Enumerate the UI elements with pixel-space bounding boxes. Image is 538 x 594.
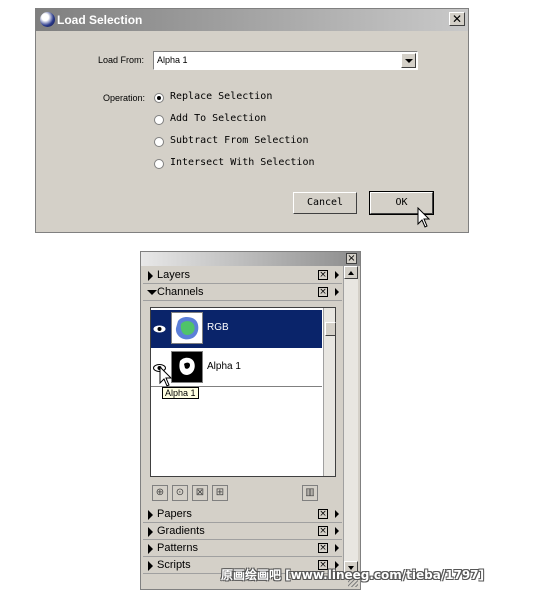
panel-gradients[interactable]: Gradients ×: [143, 524, 342, 540]
mouse-cursor-icon: [159, 366, 173, 387]
panel-papers[interactable]: Papers ×: [143, 507, 342, 523]
panel-menu-icon[interactable]: [335, 510, 339, 518]
channel-thumbnail-rgb: [171, 312, 203, 344]
invert-channel-icon[interactable]: ⊠: [192, 485, 208, 501]
dialog-title: Load Selection: [57, 13, 143, 27]
radio-label: Add To Selection: [170, 113, 267, 124]
watermark: 原画绘画吧 [www.lineeg.com/tieba/1797]: [221, 568, 485, 582]
channels-scrollbar[interactable]: [323, 308, 336, 476]
panel-menu-icon[interactable]: [335, 544, 339, 552]
radio-label: Replace Selection: [170, 91, 273, 102]
expand-arrow-icon[interactable]: [148, 544, 153, 554]
panel-menu-icon[interactable]: [335, 527, 339, 535]
operation-label: Operation:: [103, 93, 146, 103]
mouse-cursor-icon: [417, 207, 431, 228]
channel-thumbnail-alpha: [171, 351, 203, 383]
save-selection-icon[interactable]: ⊙: [172, 485, 188, 501]
panel-close-icon[interactable]: ×: [318, 287, 328, 297]
radio-label: Intersect With Selection: [170, 157, 315, 168]
channel-row-alpha-1[interactable]: Alpha 1: [151, 349, 322, 387]
close-button[interactable]: ✕: [449, 12, 465, 26]
chevron-down-icon[interactable]: [401, 53, 416, 68]
load-from-value: Alpha 1: [157, 55, 188, 65]
load-channel-icon[interactable]: ⊕: [152, 485, 168, 501]
collapse-arrow-icon[interactable]: [147, 290, 157, 295]
cancel-button[interactable]: Cancel: [293, 192, 357, 214]
panel-patterns[interactable]: Patterns ×: [143, 541, 342, 557]
panel-close-icon[interactable]: ×: [318, 270, 328, 280]
palette-title-bar[interactable]: ×: [141, 252, 360, 266]
expand-arrow-icon[interactable]: [148, 561, 153, 571]
title-bar[interactable]: Load Selection ✕: [36, 9, 468, 31]
channel-name: RGB: [207, 322, 229, 333]
panel-label: Scripts: [157, 559, 191, 571]
panel-channels[interactable]: Channels ×: [143, 285, 342, 301]
radio-label: Subtract From Selection: [170, 135, 309, 146]
palette-close-button[interactable]: ×: [346, 253, 357, 264]
panel-label: Patterns: [157, 542, 198, 554]
channel-name: Alpha 1: [207, 361, 241, 372]
tooltip: Alpha 1: [162, 387, 199, 399]
channel-row-rgb[interactable]: RGB: [151, 310, 322, 348]
radio-button[interactable]: [154, 159, 164, 169]
scroll-up-icon[interactable]: [344, 266, 358, 279]
channels-palette: × Layers × Channels × RGB Alpha 1 Alpha …: [140, 251, 361, 590]
channels-list: RGB Alpha 1 Alpha 1: [150, 307, 336, 477]
expand-arrow-icon[interactable]: [148, 510, 153, 520]
load-from-label: Load From:: [98, 55, 145, 65]
expand-arrow-icon[interactable]: [148, 527, 153, 537]
trash-icon[interactable]: ▥: [302, 485, 318, 501]
radio-button[interactable]: [154, 93, 164, 103]
expand-arrow-icon[interactable]: [148, 271, 153, 281]
panel-label: Gradients: [157, 525, 205, 537]
radio-button[interactable]: [154, 115, 164, 125]
panel-label: Layers: [157, 269, 191, 281]
panel-close-icon[interactable]: ×: [318, 543, 328, 553]
panel-label: Channels: [157, 286, 204, 298]
panel-close-icon[interactable]: ×: [318, 526, 328, 536]
new-channel-icon[interactable]: ⊞: [212, 485, 228, 501]
panel-close-icon[interactable]: ×: [318, 509, 328, 519]
eye-icon[interactable]: [153, 324, 166, 334]
load-selection-dialog: Load Selection ✕ Load From: Alpha 1 Oper…: [35, 8, 469, 233]
app-icon: [40, 12, 55, 27]
panel-label: Papers: [157, 508, 192, 520]
panel-menu-icon[interactable]: [335, 271, 339, 279]
panel-layers[interactable]: Layers ×: [143, 268, 342, 284]
scroll-thumb[interactable]: [325, 322, 336, 336]
radio-button[interactable]: [154, 137, 164, 147]
load-from-select[interactable]: Alpha 1: [153, 51, 418, 70]
palette-scrollbar[interactable]: [343, 266, 358, 574]
panel-menu-icon[interactable]: [335, 288, 339, 296]
